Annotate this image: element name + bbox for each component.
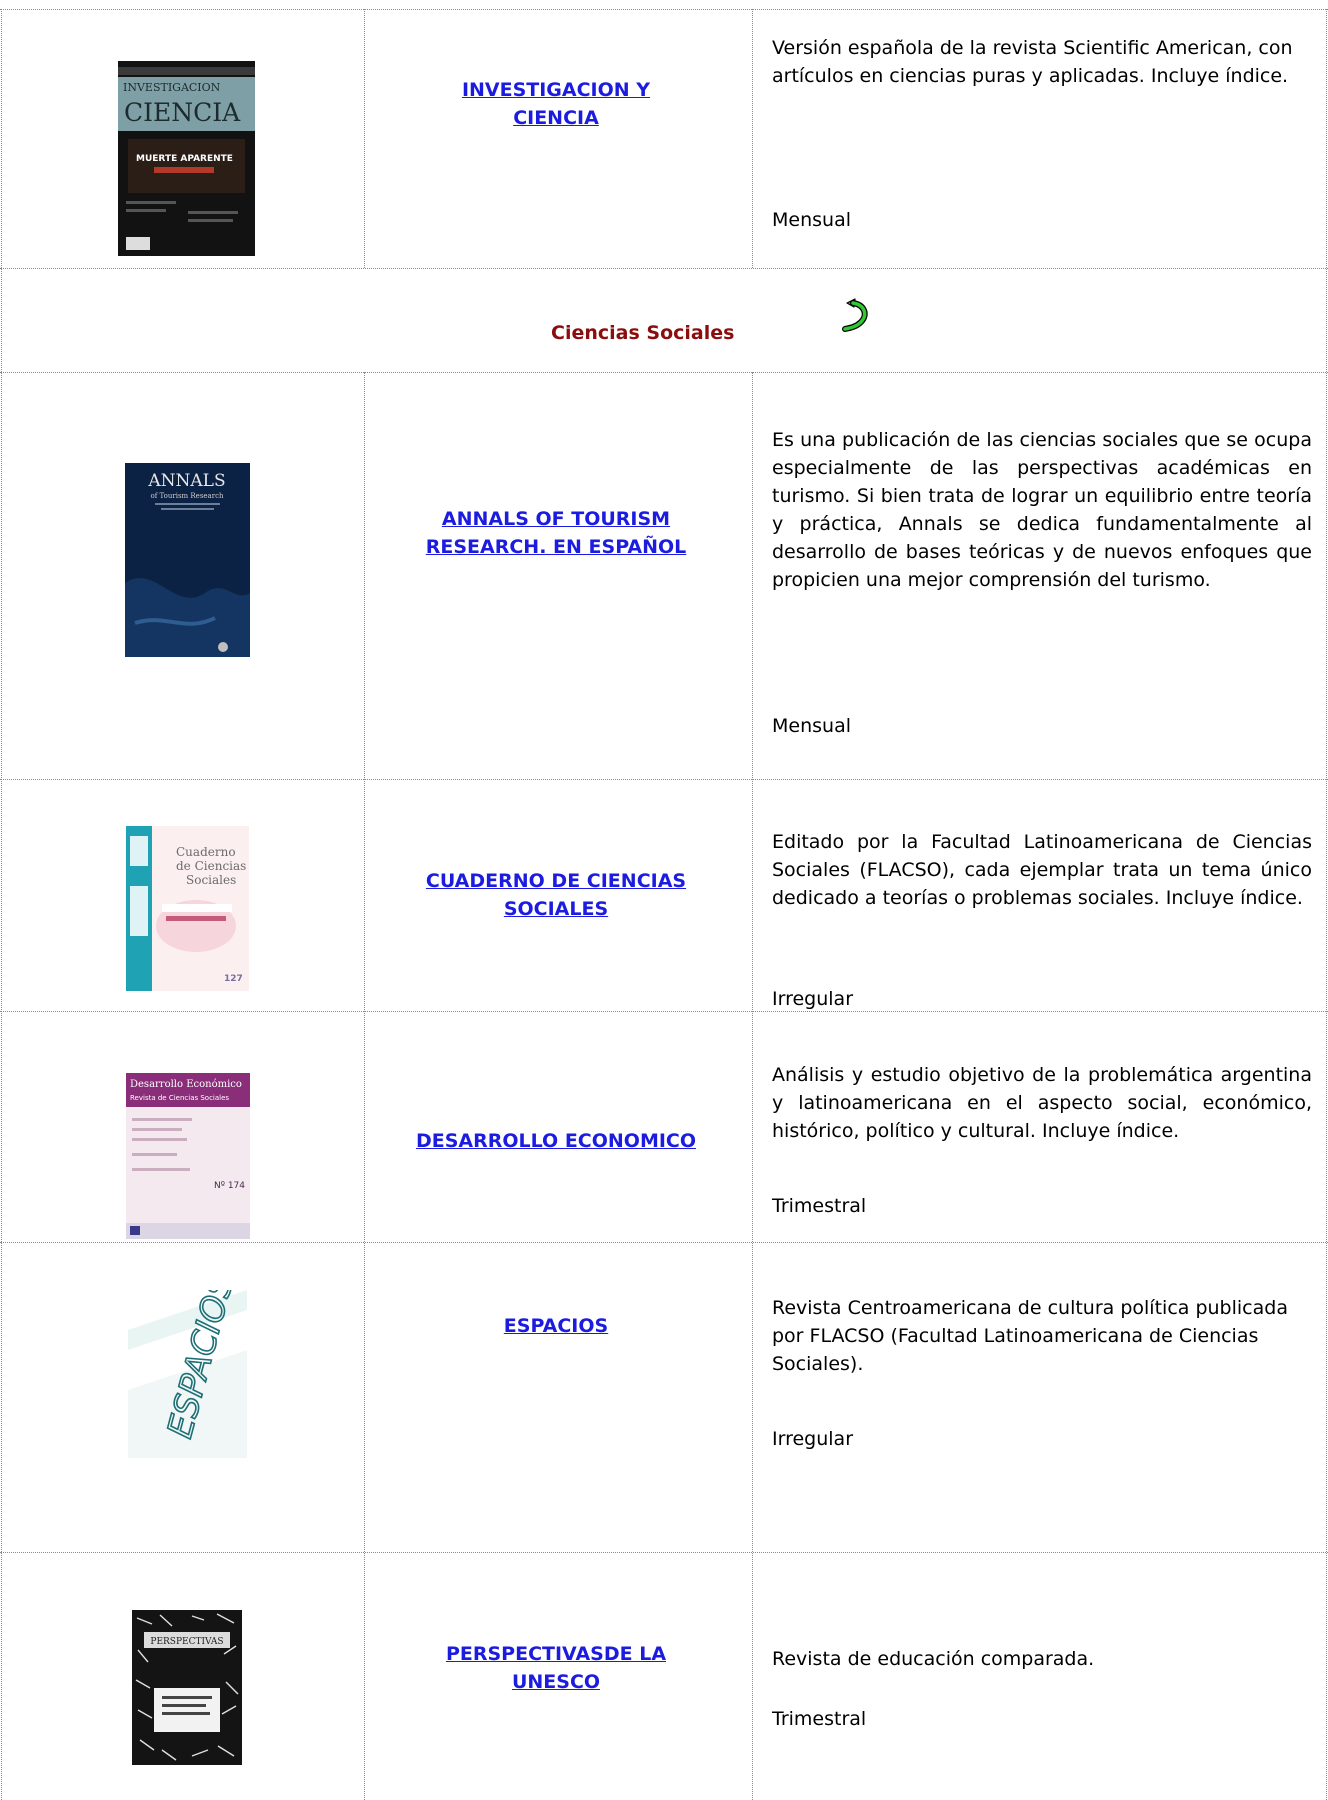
magazine-title-link[interactable]: ESPACIOS [406, 1312, 706, 1340]
cover-espacios: ESPACIOS [128, 1290, 247, 1458]
row-divider [0, 1552, 1328, 1553]
curved-back-arrow-icon[interactable] [841, 298, 871, 336]
cover-text: 127 [224, 974, 243, 984]
cover-investigacion-y-ciencia: INVESTIGACION CIENCIA MUERTE APARENTE [118, 61, 255, 256]
publication-frequency: Mensual [772, 715, 851, 737]
publication-frequency: Trimestral [772, 1708, 867, 1730]
magazine-description: Es una publicación de las ciencias socia… [772, 429, 1312, 591]
title-line[interactable]: CUADERNO DE CIENCIAS [426, 870, 686, 892]
column-divider [752, 372, 753, 1800]
title-line[interactable]: ESPACIOS [504, 1315, 608, 1337]
column-divider [364, 9, 365, 268]
cover-text: PERSPECTIVAS [150, 1637, 223, 1647]
cover-text: de Ciencias [176, 859, 246, 873]
title-line[interactable]: RESEARCH. EN ESPAÑOL [426, 536, 687, 558]
title-line[interactable]: DESARROLLO ECONOMICO [416, 1130, 696, 1152]
cover-text: Desarrollo Económico [130, 1079, 242, 1090]
title-line[interactable]: INVESTIGACION Y [462, 79, 650, 101]
cover-text: Sociales [186, 873, 236, 887]
magazine-cover-image: INVESTIGACION CIENCIA MUERTE APARENTE [118, 61, 255, 256]
magazine-title-link[interactable]: DESARROLLO ECONOMICO [378, 1127, 734, 1155]
row-divider [0, 268, 1328, 269]
row-divider [0, 1242, 1328, 1243]
cover-desarrollo-economico: Desarrollo Económico Revista de Ciencias… [126, 1073, 250, 1239]
section-title: Ciencias Sociales [551, 322, 735, 344]
magazine-cover-image: Desarrollo Económico Revista de Ciencias… [126, 1073, 250, 1239]
magazine-description: Análisis y estudio objetivo de la proble… [772, 1064, 1312, 1142]
magazine-title-link[interactable]: ANNALS OF TOURISM RESEARCH. EN ESPAÑOL [386, 505, 726, 561]
title-line[interactable]: CIENCIA [513, 107, 599, 129]
magazine-description: Versión española de la revista Scientifi… [772, 37, 1293, 87]
column-divider [1326, 9, 1327, 1800]
magazine-description: Revista Centroamericana de cultura polít… [772, 1297, 1288, 1375]
magazine-title-link[interactable]: CUADERNO DE CIENCIAS SOCIALES [386, 867, 726, 923]
row-divider [0, 9, 1328, 10]
magazine-title-link[interactable]: INVESTIGACION Y CIENCIA [406, 76, 706, 132]
cover-text: INVESTIGACION [123, 81, 221, 94]
title-line[interactable]: SOCIALES [504, 898, 608, 920]
publication-frequency: Irregular [772, 988, 854, 1010]
row-divider [0, 1011, 1328, 1012]
cover-text: ANNALS [147, 471, 225, 491]
publication-frequency: Irregular [772, 1428, 854, 1450]
cover-perspectivas-unesco: PERSPECTIVAS [132, 1610, 242, 1765]
row-divider [0, 372, 1328, 373]
magazine-cover-image: PERSPECTIVAS [132, 1610, 242, 1765]
title-line[interactable]: UNESCO [512, 1671, 600, 1693]
column-divider [752, 9, 753, 268]
publication-frequency: Mensual [772, 209, 851, 231]
title-line[interactable]: ANNALS OF TOURISM [442, 508, 670, 530]
cover-text: of Tourism Research [150, 492, 224, 500]
column-divider [1, 9, 2, 1800]
publication-frequency: Trimestral [772, 1195, 867, 1217]
cover-text: Nº 174 [214, 1181, 245, 1191]
magazine-cover-image: ESPACIOS [128, 1290, 247, 1458]
cover-text: Revista de Ciencias Sociales [130, 1094, 229, 1102]
column-divider [364, 372, 365, 1800]
title-line[interactable]: PERSPECTIVASDE LA [446, 1643, 666, 1665]
cover-text: MUERTE APARENTE [136, 154, 233, 164]
cover-text: CIENCIA [124, 98, 241, 127]
cover-cuaderno-ciencias-sociales: Cuaderno de Ciencias Sociales 127 [126, 826, 249, 991]
magazine-description: Editado por la Facultad Latinoamericana … [772, 831, 1312, 909]
cover-annals: ANNALS of Tourism Research [125, 463, 250, 657]
magazine-description: Revista de educación comparada. [772, 1648, 1095, 1670]
magazine-cover-image: Cuaderno de Ciencias Sociales 127 [126, 826, 249, 991]
row-divider [0, 779, 1328, 780]
magazine-title-link[interactable]: PERSPECTIVASDE LA UNESCO [406, 1640, 706, 1696]
magazine-cover-image: ANNALS of Tourism Research [125, 463, 250, 657]
cover-text: Cuaderno [176, 845, 236, 859]
